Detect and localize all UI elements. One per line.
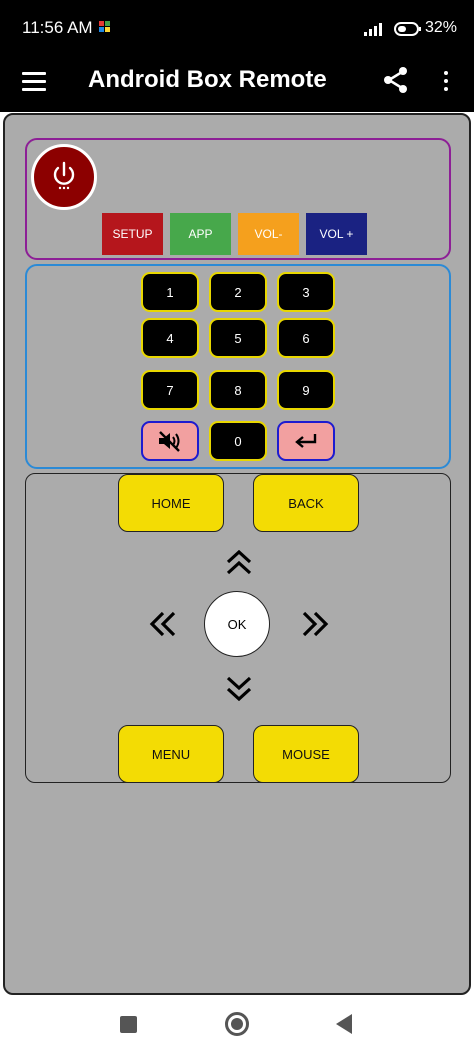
numpad-key-3[interactable]: 3 bbox=[277, 272, 335, 312]
status-time: 11:56 AM bbox=[22, 18, 93, 37]
numpad-key-8[interactable]: 8 bbox=[209, 370, 267, 410]
mute-button[interactable] bbox=[141, 421, 199, 461]
app-notification-icon bbox=[99, 21, 110, 32]
menu-button[interactable]: MENU bbox=[118, 725, 224, 783]
numpad-key-2[interactable]: 2 bbox=[209, 272, 267, 312]
power-section: SETUP APP VOL- VOL + bbox=[25, 138, 451, 260]
navigation-section: HOME BACK OK MENU MOUSE bbox=[25, 473, 451, 783]
numpad-key-5[interactable]: 5 bbox=[209, 318, 267, 358]
numpad-key-9[interactable]: 9 bbox=[277, 370, 335, 410]
setup-button[interactable]: SETUP bbox=[102, 213, 163, 255]
menu-icon[interactable] bbox=[22, 70, 48, 94]
chevron-double-left-icon[interactable] bbox=[149, 610, 177, 638]
chevron-double-right-icon[interactable] bbox=[301, 610, 329, 638]
app-title: Android Box Remote bbox=[88, 66, 327, 93]
enter-icon bbox=[295, 434, 317, 448]
numpad-key-4[interactable]: 4 bbox=[141, 318, 199, 358]
mute-icon bbox=[159, 431, 180, 452]
volume-up-button[interactable]: VOL + bbox=[306, 213, 367, 255]
system-nav-bar bbox=[0, 998, 474, 1053]
app-bar: Android Box Remote bbox=[0, 60, 474, 112]
numpad-key-6[interactable]: 6 bbox=[277, 318, 335, 358]
numpad-key-0[interactable]: 0 bbox=[209, 421, 267, 461]
share-icon[interactable] bbox=[382, 66, 410, 94]
chevron-double-down-icon[interactable] bbox=[225, 675, 253, 701]
battery-icon bbox=[394, 22, 421, 36]
numpad-key-7[interactable]: 7 bbox=[141, 370, 199, 410]
numpad-key-1[interactable]: 1 bbox=[141, 272, 199, 312]
power-button[interactable] bbox=[31, 144, 97, 210]
home-circle-icon[interactable] bbox=[225, 1012, 249, 1036]
mouse-button[interactable]: MOUSE bbox=[253, 725, 359, 783]
numpad-section: 1 2 3 4 5 6 7 8 9 0 bbox=[25, 264, 451, 469]
app-button[interactable]: APP bbox=[170, 213, 231, 255]
back-button[interactable]: BACK bbox=[253, 474, 359, 532]
chevron-double-up-icon[interactable] bbox=[225, 550, 253, 576]
battery-percentage: 32% bbox=[425, 19, 458, 36]
ok-button[interactable]: OK bbox=[204, 591, 270, 657]
volume-down-button[interactable]: VOL- bbox=[238, 213, 299, 255]
back-triangle-icon[interactable] bbox=[336, 1014, 352, 1034]
more-vert-icon[interactable] bbox=[438, 68, 454, 96]
enter-button[interactable] bbox=[277, 421, 335, 461]
remote-panel: SETUP APP VOL- VOL + 1 2 3 4 5 6 7 8 9 0 bbox=[3, 113, 471, 995]
signal-icon bbox=[364, 23, 382, 36]
power-icon bbox=[53, 161, 75, 190]
status-bar: 11:56 AM 32% bbox=[0, 0, 474, 60]
home-button[interactable]: HOME bbox=[118, 474, 224, 532]
recents-icon[interactable] bbox=[120, 1016, 137, 1033]
